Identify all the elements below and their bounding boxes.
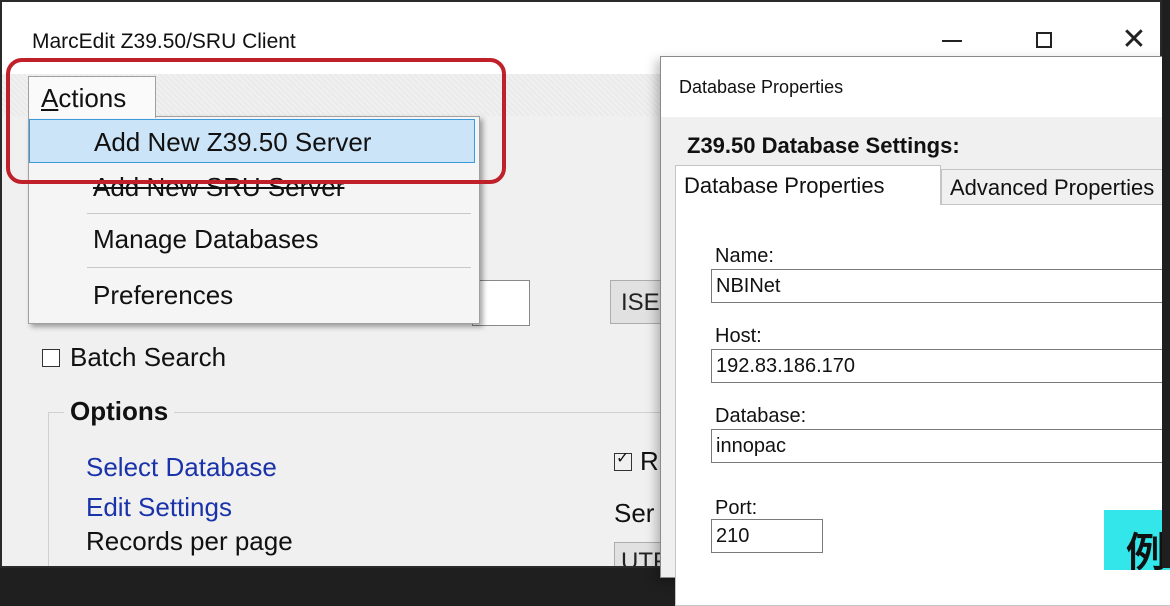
r-option-label: R (640, 446, 659, 476)
maximize-button[interactable] (1024, 20, 1064, 60)
annotation-badge: 例 (1104, 510, 1170, 570)
dialog-heading: Z39.50 Database Settings: (687, 133, 960, 158)
checkbox-icon (42, 349, 60, 367)
dialog-title: Database Properties (679, 77, 844, 97)
server-label: Ser (614, 498, 655, 528)
batch-search-checkbox[interactable]: Batch Search (42, 342, 226, 373)
close-button[interactable]: ✕ (1114, 20, 1154, 60)
close-icon: ✕ (1121, 23, 1147, 56)
menu-separator (87, 213, 471, 214)
name-field[interactable]: NBINet (711, 269, 1170, 303)
dialog-body: Z39.50 Database Settings: Database Prope… (661, 117, 1170, 606)
r-option-checkbox[interactable]: R (614, 446, 659, 477)
port-field[interactable]: 210 (711, 519, 823, 553)
checked-icon (614, 448, 632, 471)
name-label: Name: (715, 245, 774, 267)
options-title: Options (64, 396, 175, 427)
menu-separator (87, 267, 471, 268)
batch-search-label: Batch Search (70, 342, 227, 372)
minimize-button[interactable] (932, 20, 972, 60)
records-per-page-label: Records per page (86, 526, 293, 556)
port-label: Port: (715, 497, 758, 519)
edit-settings-link[interactable]: Edit Settings (86, 492, 232, 523)
host-label: Host: (715, 325, 762, 347)
annotation-highlight-box (6, 58, 506, 184)
database-field[interactable]: innopac (711, 429, 1170, 463)
menu-item-preferences[interactable]: Preferences (29, 273, 479, 317)
tab-advanced-properties[interactable]: Advanced Properties (941, 169, 1170, 205)
menu-item-manage-databases[interactable]: Manage Databases (29, 217, 479, 261)
database-properties-dialog: Database Properties Z39.50 Database Sett… (660, 56, 1170, 606)
host-field[interactable]: 192.83.186.170 (711, 349, 1170, 383)
window-title: MarcEdit Z39.50/SRU Client (32, 30, 296, 53)
database-label: Database: (715, 405, 807, 427)
annotation-badge-text: 例 (1126, 530, 1166, 570)
select-database-link[interactable]: Select Database (86, 452, 277, 483)
frame-edge (1162, 0, 1170, 568)
search-input[interactable] (472, 280, 530, 326)
tab-database-properties[interactable]: Database Properties (675, 165, 941, 205)
